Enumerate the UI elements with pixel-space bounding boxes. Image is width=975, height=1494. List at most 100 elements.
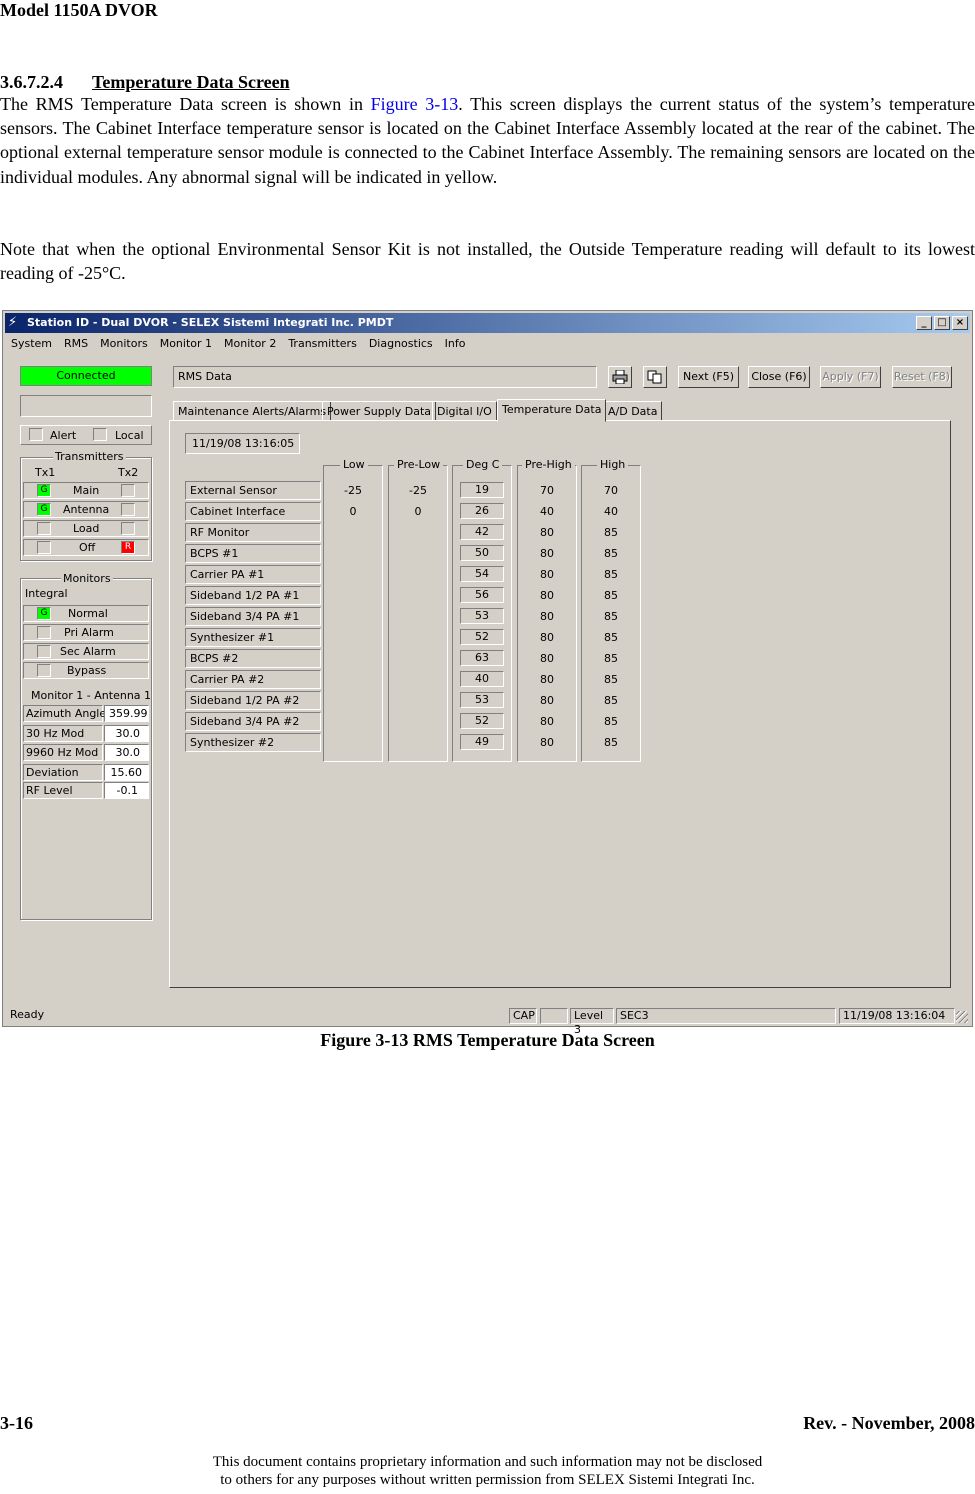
high-value: 85 (604, 526, 618, 539)
menu-system[interactable]: System (5, 335, 58, 350)
sensor-name-box: RF Monitor (185, 523, 321, 542)
high-value: 85 (604, 568, 618, 581)
sec-alarm-led (37, 645, 51, 658)
sensor-name-box: Sideband 1/2 PA #1 (185, 586, 321, 605)
monitor-row-label: Sec Alarm (60, 645, 116, 658)
tx1-label: Tx1 (35, 466, 56, 479)
readout-label: 9960 Hz Mod (26, 746, 99, 759)
tx2-off-led: R (121, 541, 135, 554)
degc-value: 49 (460, 734, 504, 750)
menu-info[interactable]: Info (439, 335, 472, 350)
degc-value: 52 (460, 713, 504, 729)
9960hz-mod-value: 30.0 (104, 744, 149, 761)
timestamp: 11/19/08 13:16:05 (185, 433, 300, 454)
sensor-name-box: BCPS #1 (185, 544, 321, 563)
degc-value: 52 (460, 629, 504, 645)
prehigh-value: 80 (540, 673, 554, 686)
status-level: Level 3 (570, 1008, 614, 1036)
paragraph-1: The RMS Temperature Data screen is shown… (0, 92, 975, 189)
section-number: 3.6.7.2.4 (0, 72, 63, 92)
high-value: 85 (604, 610, 618, 623)
resize-grip-icon[interactable] (956, 1011, 968, 1023)
degc-value: 26 (460, 503, 504, 519)
tab-temperature-data[interactable]: Temperature Data (497, 399, 607, 422)
menu-diagnostics[interactable]: Diagnostics (363, 335, 439, 350)
high-value: 40 (604, 505, 618, 518)
readout-label: 30 Hz Mod (26, 727, 85, 740)
menu-monitor-1[interactable]: Monitor 1 (154, 335, 218, 350)
copy-button[interactable] (643, 366, 667, 388)
sensor-name-box: External Sensor (185, 481, 321, 500)
tx2-load-led (121, 522, 135, 535)
copy-icon (647, 370, 662, 384)
close-window-button[interactable]: × (952, 316, 968, 330)
monitor-row-label: Pri Alarm (64, 626, 114, 639)
tab-maintenance-alerts[interactable]: Maintenance Alerts/Alarms (173, 401, 332, 421)
degc-value: 40 (460, 671, 504, 687)
high-value: 85 (604, 694, 618, 707)
connection-status: Connected (20, 366, 152, 386)
prehigh-value: 80 (540, 652, 554, 665)
readout-label: RF Level (26, 784, 73, 797)
degc-value: 50 (460, 545, 504, 561)
prehigh-value: 80 (540, 526, 554, 539)
minimize-button[interactable]: _ (916, 316, 932, 330)
high-value: 85 (604, 631, 618, 644)
degc-value: 19 (460, 482, 504, 498)
sensor-name-box: BCPS #2 (185, 649, 321, 668)
degc-value: 63 (460, 650, 504, 666)
sensor-name: Cabinet Interface (190, 505, 286, 518)
paragraph-1-text-a: The RMS Temperature Data screen is shown… (0, 94, 371, 114)
print-button[interactable] (608, 366, 632, 388)
sensor-name: Sideband 1/2 PA #1 (190, 589, 300, 602)
title-bar: ⚡ Station ID - Dual DVOR - SELEX Sistemi… (5, 313, 970, 333)
proprietary-notice: This document contains proprietary infor… (0, 1453, 975, 1489)
high-value: 85 (604, 547, 618, 560)
sensor-name: BCPS #2 (190, 652, 239, 665)
menu-rms[interactable]: RMS (58, 335, 94, 350)
close-button[interactable]: Close (F6) (748, 366, 810, 388)
pri-alarm-led (37, 626, 51, 639)
sensor-name-box: Synthesizer #1 (185, 628, 321, 647)
prehigh-value: 80 (540, 589, 554, 602)
rms-data-title: RMS Data (173, 366, 597, 388)
tab-power-supply[interactable]: Power Supply Data (322, 401, 437, 421)
next-button[interactable]: Next (F5) (678, 366, 739, 388)
tab-digital-io[interactable]: Digital I/O (432, 401, 497, 421)
alert-indicator (29, 428, 43, 441)
tx1-off-led (37, 541, 51, 554)
high-header: High (597, 458, 629, 471)
menu-monitor-2[interactable]: Monitor 2 (218, 335, 282, 350)
prehigh-value: 80 (540, 736, 554, 749)
high-value: 85 (604, 652, 618, 665)
sensor-name: Sideband 1/2 PA #2 (190, 694, 300, 707)
figure-link[interactable]: Figure 3-13 (371, 94, 459, 114)
paragraph-2: Note that when the optional Environmenta… (0, 239, 975, 284)
degc-header: Deg C (463, 458, 503, 471)
sensor-name: Synthesizer #1 (190, 631, 275, 644)
pmdt-window: ⚡ Station ID - Dual DVOR - SELEX Sistemi… (2, 310, 973, 1036)
monitor-antenna-select[interactable]: Monitor 1 - Antenna 1 (31, 689, 151, 702)
high-value: 85 (604, 589, 618, 602)
menu-transmitters[interactable]: Transmitters (282, 335, 363, 350)
app-icon: ⚡ (8, 315, 18, 330)
window-title: Station ID - Dual DVOR - SELEX Sistemi I… (27, 316, 394, 329)
tx-row-label: Off (79, 541, 96, 554)
maximize-button[interactable]: □ (934, 316, 950, 330)
status-cap: CAP (509, 1008, 537, 1024)
monitor-row-label: Normal (68, 607, 108, 620)
sensor-name: RF Monitor (190, 526, 250, 539)
tx1-load-led (37, 522, 51, 535)
tab-ad-data[interactable]: A/D Data (603, 401, 663, 421)
integral-label: Integral (25, 587, 68, 600)
degc-value: 53 (460, 608, 504, 624)
prehigh-value: 40 (540, 505, 554, 518)
low-value: 0 (349, 505, 357, 518)
readout-label: Deviation (26, 766, 79, 779)
sensor-name-box: Carrier PA #1 (185, 565, 321, 584)
degc-value: 42 (460, 524, 504, 540)
apply-button[interactable]: Apply (F7) (820, 366, 881, 388)
menu-monitors[interactable]: Monitors (94, 335, 154, 350)
document-header: Model 1150A DVOR (0, 0, 158, 20)
reset-button[interactable]: Reset (F8) (892, 366, 952, 388)
